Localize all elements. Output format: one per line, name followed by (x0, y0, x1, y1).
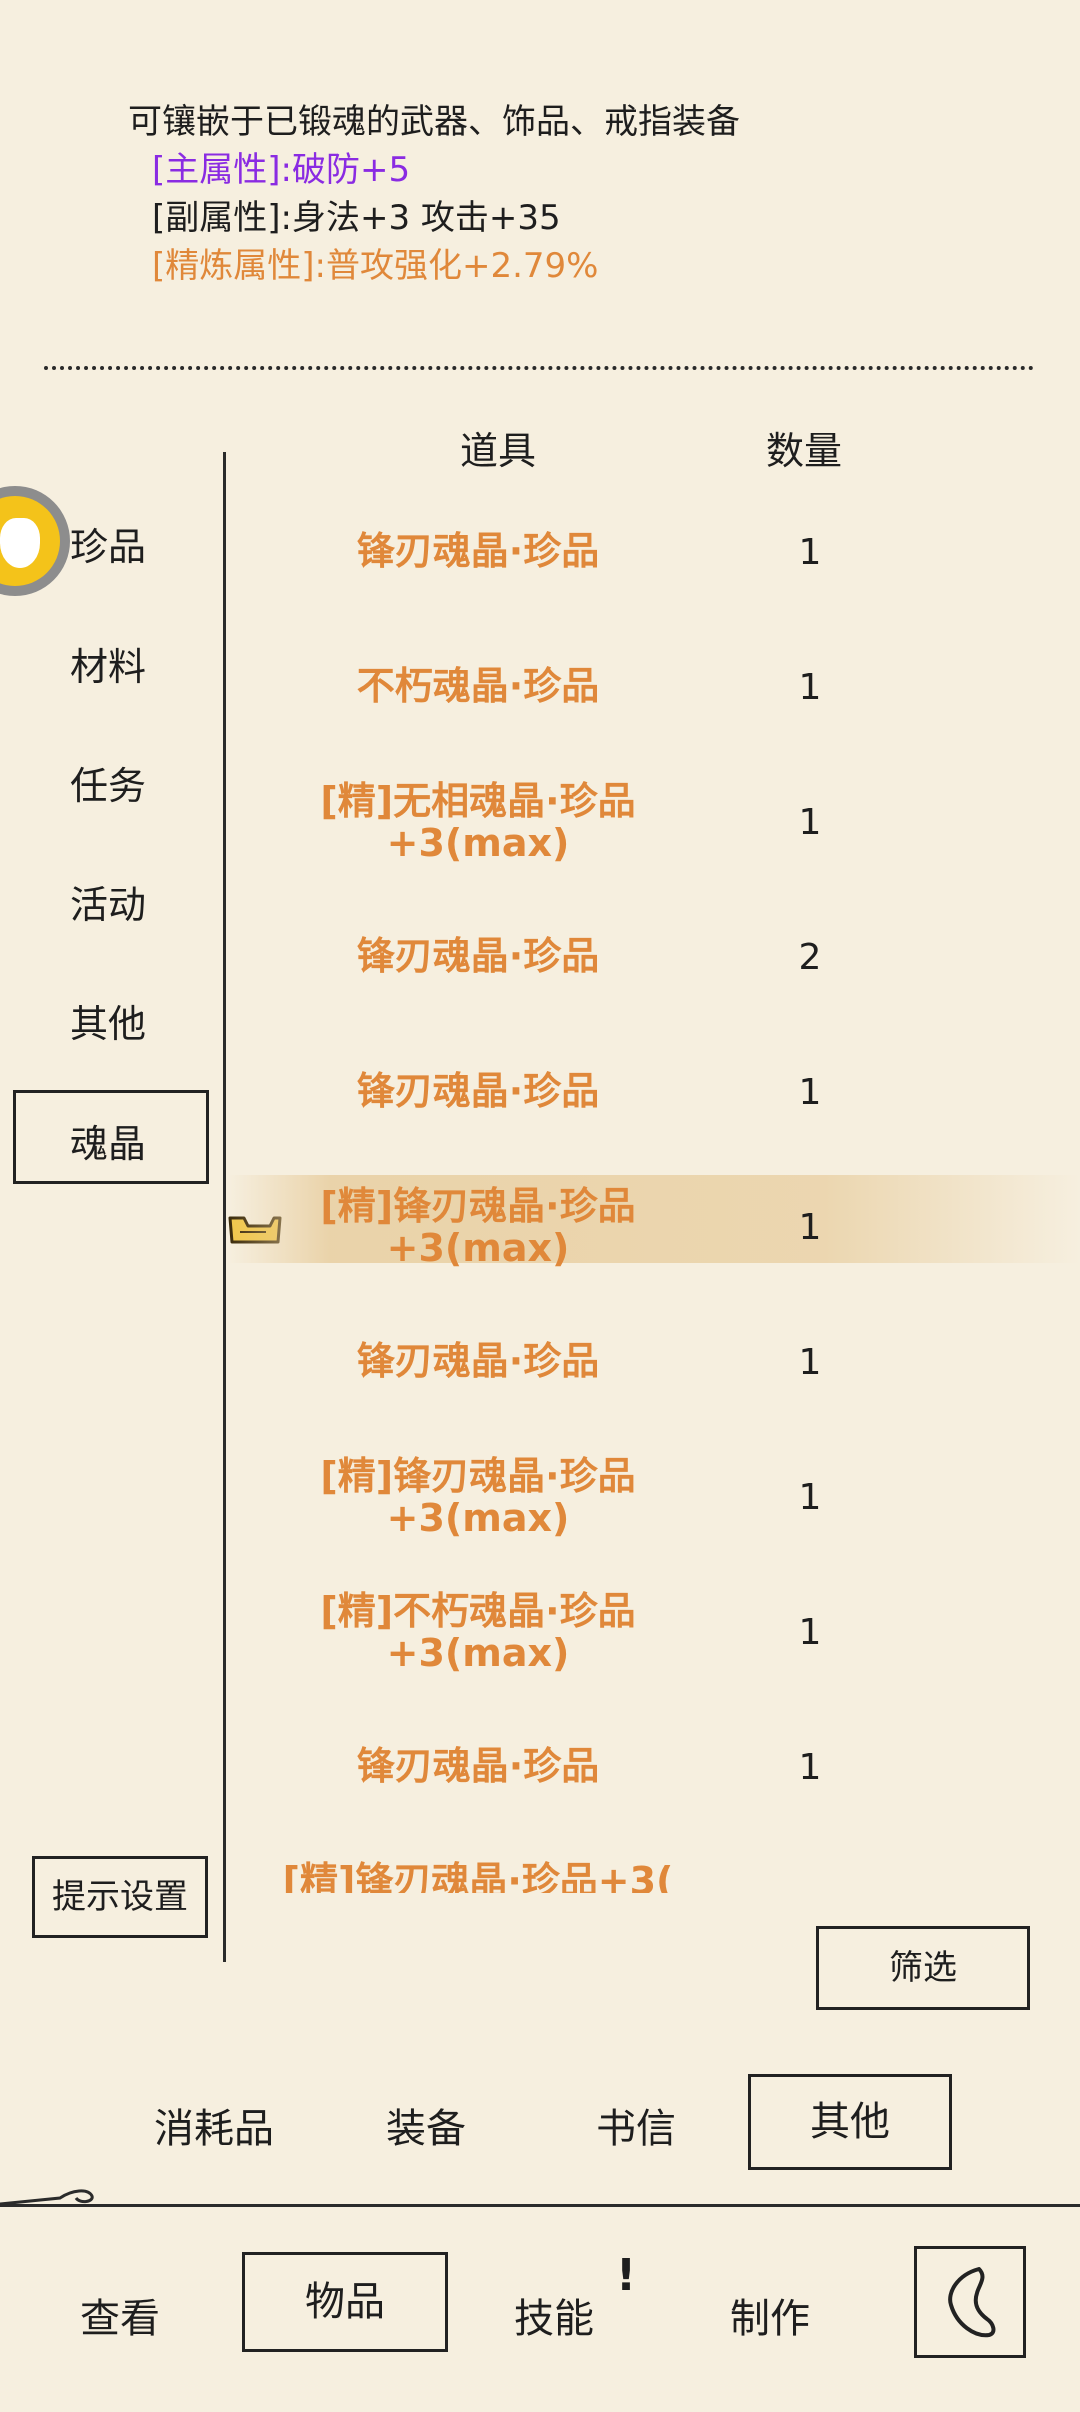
dotted-divider (44, 366, 1034, 370)
sub-attr-label: [副属性]: (152, 198, 292, 238)
sub-attribute: [副属性]:身法+3 攻击+35 (152, 194, 561, 242)
item-name: [精]无相魂晶·珍品+3(max) (320, 779, 636, 865)
category-event[interactable]: 活动 (70, 874, 150, 929)
filter-button[interactable]: 筛选 (816, 1926, 1030, 2010)
back-arrow-icon (948, 2267, 996, 2338)
item-name: 不朽魂晶·珍品 (356, 664, 600, 708)
item-qty: 2 (798, 937, 822, 978)
list-item[interactable]: 锋刃魂晶·珍品 1 (228, 1310, 1080, 1430)
item-name: 锋刃魂晶·珍品 (356, 1744, 600, 1788)
column-header-item: 道具 (460, 429, 537, 473)
item-qty: 1 (798, 532, 822, 573)
item-name: [精]锋刃魂晶·珍品+3(max) (320, 1454, 636, 1540)
avatar[interactable] (0, 486, 70, 596)
item-description: 可镶嵌于已锻魂的武器、饰品、戒指装备 (128, 98, 740, 146)
item-qty: 1 (798, 1342, 822, 1383)
list-item[interactable]: [精]锋刃魂晶·珍品+3( (228, 1850, 1080, 1893)
avatar-icon (0, 496, 60, 586)
main-attr-value: 破防+5 (291, 150, 411, 190)
tab-skills[interactable]: 技能 (514, 2286, 594, 2344)
item-list[interactable]: 锋刃魂晶·珍品 1 不朽魂晶·珍品 1 [精]无相魂晶·珍品+3(max) 1 … (228, 500, 1080, 1893)
refine-attr-label: [精炼属性]: (152, 246, 326, 286)
tab-consumables[interactable]: 消耗品 (154, 2096, 274, 2154)
tab-items[interactable]: 物品 (242, 2252, 448, 2352)
item-name: [精]不朽魂晶·珍品+3(max) (320, 1589, 636, 1675)
tab-craft[interactable]: 制作 (730, 2286, 810, 2344)
item-name: 锋刃魂晶·珍品 (356, 529, 600, 573)
item-qty: 1 (798, 667, 822, 708)
item-name: [精]锋刃魂晶·珍品+3( (282, 1859, 674, 1893)
item-qty: 1 (798, 1747, 822, 1788)
list-item[interactable]: 锋刃魂晶·珍品 1 (228, 1040, 1080, 1160)
item-qty: 1 (798, 1207, 822, 1248)
tab-equipment[interactable]: 装备 (386, 2096, 466, 2154)
description-line: 可镶嵌于已锻魂的武器、饰品、戒指装备 (128, 102, 740, 142)
bottom-nav-divider (0, 2204, 1080, 2207)
category-material[interactable]: 材料 (70, 636, 150, 691)
list-item[interactable]: [精]锋刃魂晶·珍品+3(max) 1 (228, 1445, 1080, 1565)
list-item[interactable]: 不朽魂晶·珍品 1 (228, 635, 1080, 755)
list-item[interactable]: [精]无相魂晶·珍品+3(max) 1 (228, 770, 1080, 890)
tab-letters[interactable]: 书信 (596, 2096, 676, 2154)
item-name: 锋刃魂晶·珍品 (356, 1339, 600, 1383)
skills-alert-badge: ! (616, 2250, 637, 2301)
main-attr-label: [主属性]: (152, 150, 292, 190)
item-name: [精]锋刃魂晶·珍品+3(max) (320, 1184, 636, 1270)
category-soulcrystal[interactable]: 魂晶 (70, 1113, 150, 1168)
item-qty: 1 (798, 1477, 822, 1518)
item-qty: 1 (798, 1612, 822, 1653)
item-name: 锋刃魂晶·珍品 (356, 934, 600, 978)
refine-attr-value: 普攻强化+2.79% (325, 246, 599, 286)
back-button[interactable] (914, 2246, 1026, 2358)
tab-view[interactable]: 查看 (80, 2286, 160, 2344)
category-treasure[interactable]: 珍品 (70, 516, 150, 571)
sub-attr-value: 身法+3 攻击+35 (291, 198, 561, 238)
hint-settings-button[interactable]: 提示设置 (32, 1856, 208, 1938)
item-qty: 1 (798, 802, 822, 843)
category-quest[interactable]: 任务 (70, 755, 150, 810)
list-item[interactable]: 锋刃魂晶·珍品 2 (228, 905, 1080, 1025)
list-item[interactable]: [精]不朽魂晶·珍品+3(max) 1 (228, 1580, 1080, 1700)
list-item[interactable]: 锋刃魂晶·珍品 1 (228, 500, 1080, 620)
refine-attribute: [精炼属性]:普攻强化+2.79% (152, 242, 598, 290)
tab-other[interactable]: 其他 (748, 2074, 952, 2170)
column-header-qty: 数量 (766, 429, 843, 473)
list-item[interactable]: 锋刃魂晶·珍品 1 (228, 1715, 1080, 1835)
item-qty: 1 (798, 1072, 822, 1113)
main-attribute: [主属性]:破防+5 (152, 146, 410, 194)
item-name: 锋刃魂晶·珍品 (356, 1069, 600, 1113)
list-item-selected[interactable]: [精]锋刃魂晶·珍品+3(max) 1 (228, 1175, 1080, 1295)
vertical-divider (223, 452, 226, 1962)
category-other[interactable]: 其他 (70, 993, 150, 1048)
